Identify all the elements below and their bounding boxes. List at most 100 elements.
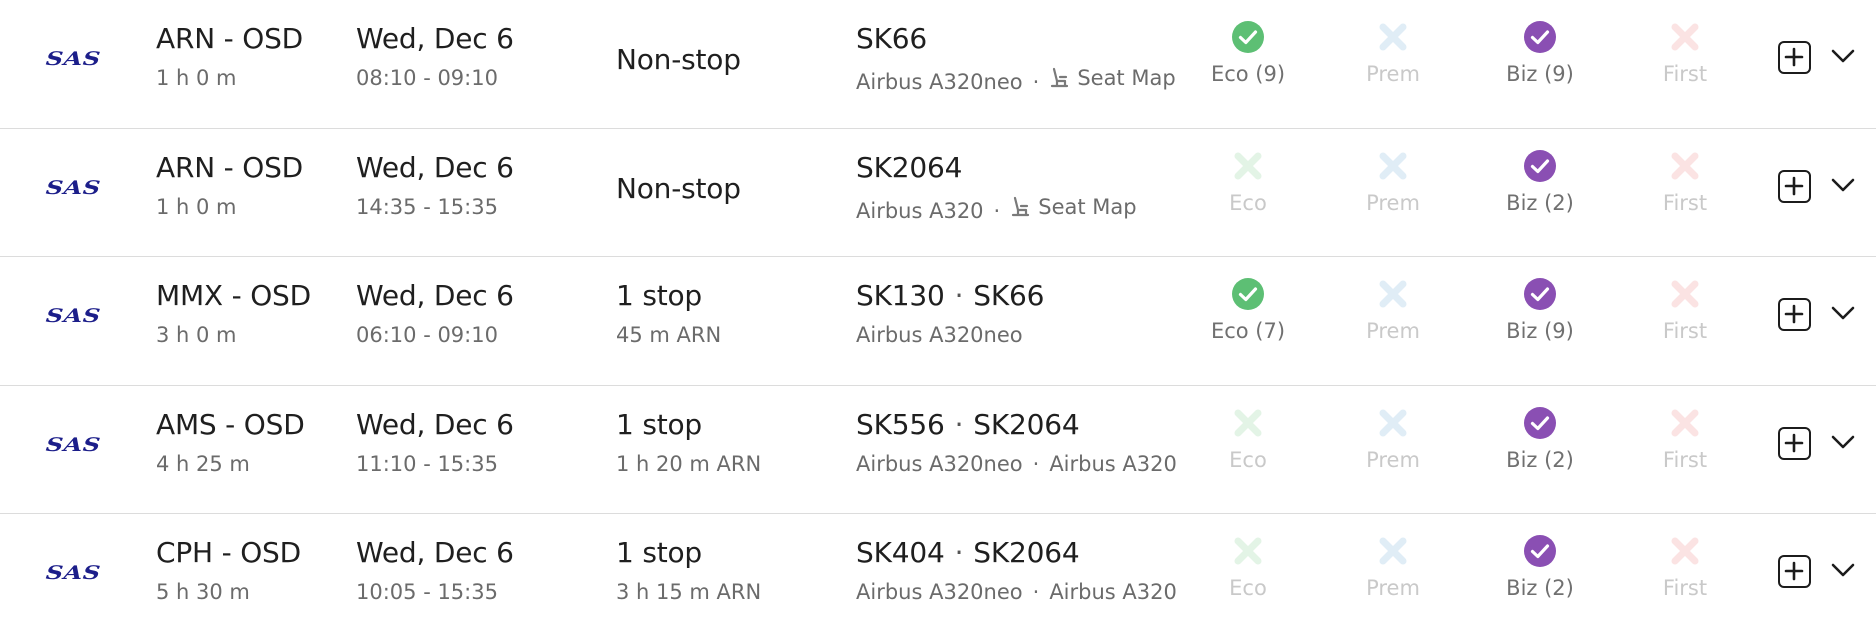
flight-row[interactable]: SAS AMS - OSD 4 h 25 m Wed, Dec 6 11:10 - 15… — [0, 386, 1876, 514]
cabin-biz-label: Biz (2) — [1506, 447, 1574, 472]
flight-row[interactable]: SAS ARN - OSD 1 h 0 m Wed, Dec 6 08:10 - 09:… — [0, 0, 1876, 129]
cabin-biz-label: Biz (9) — [1506, 62, 1574, 86]
cross-icon — [1234, 537, 1262, 565]
flight-numbers: SK130 · SK66 — [856, 279, 1044, 312]
airline-logo: SAS — [44, 432, 102, 456]
separator-dot: · — [1032, 451, 1040, 476]
airline-logo: SAS — [44, 304, 102, 327]
check-icon — [1232, 21, 1264, 53]
cabin-first[interactable]: First — [1615, 20, 1755, 86]
cabin-biz[interactable]: Biz (2) — [1470, 149, 1610, 215]
cabin-prem-label: Prem — [1366, 447, 1420, 472]
date-text: Wed, Dec 6 — [356, 536, 514, 569]
flight-number: SK130 — [856, 279, 945, 312]
cabin-eco[interactable]: Eco — [1178, 149, 1318, 215]
add-flight-button[interactable] — [1778, 298, 1811, 331]
separator-dot: · — [954, 536, 964, 569]
add-flight-button[interactable] — [1778, 169, 1811, 203]
route-text: AMS - OSD — [156, 407, 305, 441]
cabin-biz-label: Biz (2) — [1506, 190, 1574, 215]
plus-icon — [1784, 561, 1804, 581]
flight-row[interactable]: SAS ARN - OSD 1 h 0 m Wed, Dec 6 14:35 - 15:… — [0, 129, 1876, 257]
flight-number: SK2064 — [973, 536, 1080, 569]
add-flight-button[interactable] — [1778, 555, 1811, 588]
aircraft-line: Airbus A320 · Seat Map — [856, 195, 1137, 223]
date-text: Wed, Dec 6 — [356, 22, 514, 55]
chevron-down-icon[interactable] — [1830, 432, 1856, 452]
cabin-biz-label: Biz (2) — [1506, 576, 1574, 600]
date-text: Wed, Dec 6 — [356, 279, 514, 312]
duration-text: 1 h 0 m — [156, 66, 237, 90]
cross-icon — [1234, 409, 1262, 436]
aircraft-line: Airbus A320neo · Airbus A320 — [856, 580, 1177, 604]
cabin-biz[interactable]: Biz (9) — [1470, 20, 1610, 86]
cabin-eco[interactable]: Eco — [1178, 406, 1318, 472]
add-flight-button[interactable] — [1778, 41, 1811, 74]
seat-icon — [1051, 67, 1069, 88]
stops-text: 1 stop — [616, 407, 702, 441]
cabin-biz[interactable]: Biz (9) — [1470, 277, 1610, 343]
seat-map-label: Seat Map — [1077, 66, 1176, 90]
cabin-eco[interactable]: Eco (7) — [1178, 277, 1318, 343]
airline-logo: SAS — [44, 561, 102, 584]
cabin-first[interactable]: First — [1615, 534, 1755, 600]
flight-row[interactable]: SAS CPH - OSD 5 h 30 m Wed, Dec 6 10:05 - 15… — [0, 514, 1876, 628]
route-text: ARN - OSD — [156, 22, 304, 55]
cabin-first[interactable]: First — [1615, 149, 1755, 215]
cabin-eco-label: Eco (9) — [1210, 62, 1286, 86]
cabin-biz[interactable]: Biz (2) — [1470, 406, 1610, 472]
flight-number: SK66 — [856, 22, 927, 55]
cabin-first[interactable]: First — [1615, 406, 1755, 472]
plus-icon — [1784, 47, 1804, 67]
seat-map-link[interactable]: Seat Map — [1049, 66, 1176, 90]
flight-row[interactable]: SAS MMX - OSD 3 h 0 m Wed, Dec 6 06:10 - 09:… — [0, 257, 1876, 386]
cross-icon — [1379, 23, 1407, 51]
aircraft-line: Airbus A320neo — [856, 323, 1023, 347]
cross-icon — [1671, 280, 1699, 308]
cross-icon — [1671, 537, 1699, 565]
add-flight-button[interactable] — [1778, 426, 1811, 460]
cabin-prem-label: Prem — [1366, 62, 1420, 86]
separator-dot: · — [993, 198, 1001, 223]
times-text: 06:10 - 09:10 — [356, 323, 498, 347]
cabin-prem-label: Prem — [1366, 576, 1420, 600]
stops-text: 1 stop — [616, 279, 702, 312]
cabin-prem-label: Prem — [1366, 190, 1420, 215]
cabin-prem[interactable]: Prem — [1323, 534, 1463, 600]
seat-map-link[interactable]: Seat Map — [1010, 195, 1137, 219]
cross-icon — [1379, 537, 1407, 565]
flight-number: SK2064 — [856, 150, 963, 184]
chevron-down-icon[interactable] — [1830, 175, 1856, 195]
aircraft-type: Airbus A320 — [1049, 451, 1177, 476]
cabin-first[interactable]: First — [1615, 277, 1755, 343]
times-text: 11:10 - 15:35 — [356, 451, 498, 476]
flight-number: SK404 — [856, 536, 945, 569]
cabin-eco-label: Eco — [1229, 447, 1267, 472]
cabin-prem[interactable]: Prem — [1323, 20, 1463, 86]
cross-icon — [1671, 23, 1699, 51]
aircraft-type: Airbus A320neo — [856, 323, 1023, 347]
aircraft-type: Airbus A320neo — [856, 580, 1023, 604]
cabin-first-label: First — [1662, 576, 1708, 600]
aircraft-type: Airbus A320 — [1049, 580, 1177, 604]
flight-numbers: SK404 · SK2064 — [856, 536, 1080, 569]
chevron-down-icon[interactable] — [1830, 46, 1856, 66]
stops-text: Non-stop — [616, 171, 741, 205]
cabin-prem[interactable]: Prem — [1323, 406, 1463, 472]
route-text: MMX - OSD — [156, 279, 311, 312]
duration-text: 5 h 30 m — [156, 580, 250, 604]
flight-numbers: SK2064 — [856, 151, 962, 184]
cabin-prem[interactable]: Prem — [1323, 277, 1463, 343]
chevron-down-icon[interactable] — [1830, 560, 1856, 580]
cross-icon — [1379, 409, 1407, 436]
cabin-eco[interactable]: Eco — [1178, 534, 1318, 600]
flight-number: SK2064 — [973, 407, 1080, 441]
chevron-down-icon[interactable] — [1830, 303, 1856, 323]
layover-text: 3 h 15 m ARN — [616, 580, 762, 604]
cabin-biz[interactable]: Biz (2) — [1470, 534, 1610, 600]
cabin-prem[interactable]: Prem — [1323, 149, 1463, 215]
plus-icon — [1784, 304, 1804, 324]
cabin-eco[interactable]: Eco (9) — [1178, 20, 1318, 86]
check-icon — [1232, 278, 1264, 310]
stops-text: Non-stop — [616, 43, 741, 76]
